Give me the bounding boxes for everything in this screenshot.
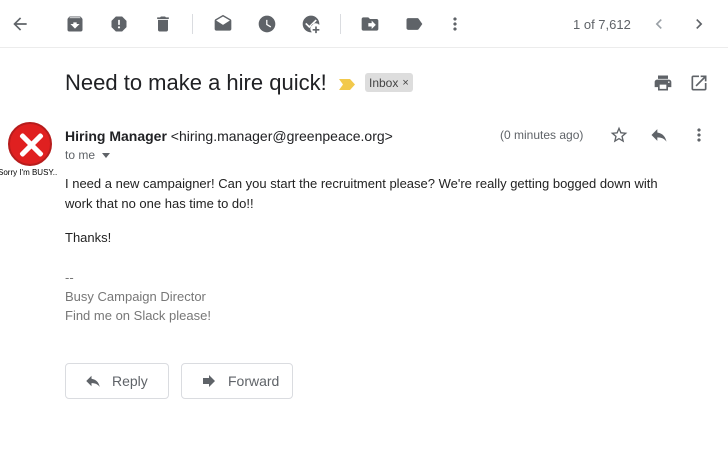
forward-button-label: Forward <box>228 373 280 389</box>
message-body: I need a new campaigner! Can you start t… <box>65 174 685 214</box>
snooze-button[interactable] <box>247 4 287 44</box>
forward-icon <box>203 375 215 387</box>
signature-separator: -- <box>65 270 74 285</box>
reply-button[interactable]: Reply <box>65 363 169 399</box>
print-button[interactable] <box>651 71 675 95</box>
archive-icon <box>67 16 83 32</box>
mark-unread-button[interactable] <box>203 4 243 44</box>
forward-button[interactable]: Forward <box>181 363 293 399</box>
signature: -- Busy Campaign Director Find me on Sla… <box>65 268 211 325</box>
more-vert-icon <box>697 128 701 142</box>
archive-button[interactable] <box>55 4 95 44</box>
toolbar-divider <box>340 14 341 34</box>
reply-button-label: Reply <box>112 373 148 389</box>
sender-email: <hiring.manager@greenpeace.org> <box>170 128 393 144</box>
move-to-icon <box>361 17 379 31</box>
message-more-button[interactable] <box>687 123 711 147</box>
open-new-window-button[interactable] <box>687 71 711 95</box>
labels-icon <box>406 18 423 30</box>
delete-icon <box>157 16 169 32</box>
report-spam-icon <box>111 16 127 32</box>
report-spam-button[interactable] <box>99 4 139 44</box>
older-button[interactable] <box>679 4 719 44</box>
newer-button[interactable] <box>639 4 679 44</box>
sender-name[interactable]: Hiring Manager <box>65 128 167 144</box>
recipient-line: to me <box>65 148 111 162</box>
toolbar: 1 of 7,612 <box>0 0 728 48</box>
reply-inline-button[interactable] <box>647 123 671 147</box>
pager-count: 1 of 7,612 <box>573 17 631 32</box>
delete-button[interactable] <box>143 4 183 44</box>
star-button[interactable] <box>607 123 631 147</box>
toolbar-divider <box>192 14 193 34</box>
remove-label-button[interactable]: × <box>402 77 408 89</box>
mark-unread-icon <box>214 14 232 31</box>
inbox-label-text: Inbox <box>369 75 399 90</box>
signature-title: Busy Campaign Director <box>65 289 206 304</box>
reply-icon <box>651 129 667 142</box>
importance-marker[interactable] <box>339 77 355 95</box>
show-details-icon[interactable] <box>102 152 111 158</box>
importance-icon <box>339 79 355 90</box>
sender-avatar[interactable]: Sorry I'm BUSY.. <box>0 122 64 180</box>
signature-note: Find me on Slack please! <box>65 308 211 323</box>
add-to-tasks-button[interactable] <box>291 4 331 44</box>
labels-button[interactable] <box>394 4 434 44</box>
add-to-tasks-icon <box>302 15 320 34</box>
inbox-label[interactable]: Inbox × <box>365 73 413 92</box>
body-paragraph: I need a new campaigner! Can you start t… <box>65 176 658 211</box>
print-icon <box>654 75 672 91</box>
recipient-text: to me <box>65 148 96 162</box>
sender-line: Hiring Manager <hiring.manager@greenpeac… <box>65 128 393 144</box>
open-in-new-icon <box>691 75 707 91</box>
reply-icon <box>86 375 100 387</box>
back-button[interactable] <box>0 4 40 44</box>
prev-icon <box>655 19 662 29</box>
more-vert-icon <box>453 17 457 31</box>
star-icon <box>610 126 628 143</box>
snooze-icon <box>258 15 276 33</box>
email-subject: Need to make a hire quick! <box>65 70 327 95</box>
error-x-icon <box>8 122 52 166</box>
more-options-button[interactable] <box>435 4 475 44</box>
message-time: (0 minutes ago) <box>500 128 584 142</box>
avatar-caption: Sorry I'm BUSY.. <box>0 168 58 177</box>
closing-line: Thanks! <box>65 230 112 245</box>
next-icon <box>696 19 703 29</box>
move-to-button[interactable] <box>350 4 390 44</box>
back-icon <box>13 17 27 31</box>
